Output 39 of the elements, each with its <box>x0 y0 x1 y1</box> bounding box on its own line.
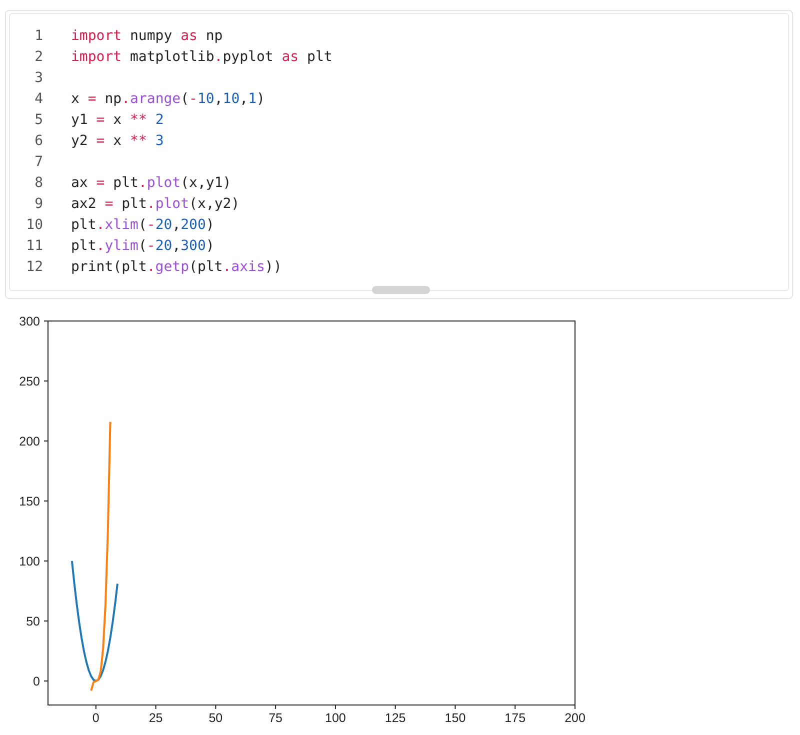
code-line: y1 = x ** 2 <box>71 112 164 128</box>
line-number: 4 <box>34 90 43 106</box>
y-tick-label: 200 <box>19 434 40 448</box>
resize-handle[interactable] <box>372 286 430 294</box>
y-tick-label: 0 <box>33 674 40 688</box>
code-line: import matplotlib.pyplot as plt <box>71 48 332 64</box>
x-tick-label: 75 <box>268 711 283 725</box>
code-line: ax2 = plt.plot(x,y2) <box>71 196 240 212</box>
y-tick-label: 50 <box>26 614 40 628</box>
x-tick-label: 100 <box>325 711 346 725</box>
line-number: 11 <box>25 238 43 254</box>
x-tick-label: 50 <box>208 711 223 725</box>
code-line: plt.xlim(-20,200) <box>71 216 214 232</box>
line-number: 6 <box>34 132 43 148</box>
line-number: 12 <box>25 258 43 274</box>
code-line: plt.ylim(-20,300) <box>71 238 214 254</box>
y-tick-label: 100 <box>19 554 40 568</box>
line-number: 5 <box>34 112 43 128</box>
x-tick-label: 175 <box>504 711 526 725</box>
code-line: y2 = x ** 3 <box>71 132 164 148</box>
line-number: 7 <box>34 154 43 170</box>
code-line: print(plt.getp(plt.axis)) <box>71 258 282 274</box>
x-tick-label: 125 <box>384 711 406 725</box>
code-line: x = np.arange(-10,10,1) <box>71 90 265 106</box>
x-tick-label: 200 <box>564 711 586 725</box>
x-tick-label: 0 <box>92 711 100 725</box>
y-tick-label: 300 <box>19 314 40 328</box>
line-number: 3 <box>34 70 43 86</box>
x-tick-label: 150 <box>444 711 466 725</box>
x-tick-label: 25 <box>148 711 163 725</box>
y-tick-label: 250 <box>19 374 40 388</box>
line-number: 1 <box>34 28 43 44</box>
line-number: 9 <box>34 196 43 212</box>
line-number: 8 <box>34 174 43 190</box>
line-number: 10 <box>25 216 43 232</box>
code-line: ax = plt.plot(x,y1) <box>71 174 232 190</box>
line-number: 2 <box>34 48 43 64</box>
y-tick-label: 150 <box>19 494 40 508</box>
code-line: import numpy as np <box>71 28 223 44</box>
